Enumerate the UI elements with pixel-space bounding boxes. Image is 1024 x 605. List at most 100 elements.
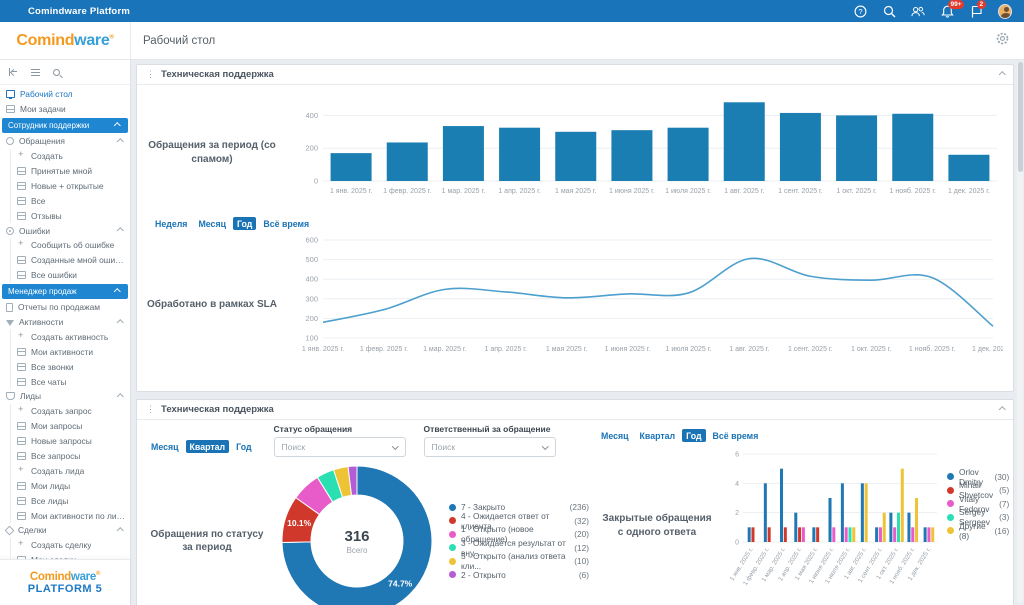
- table-icon: [17, 256, 26, 264]
- sidebar-item-label: Все запросы: [31, 451, 80, 461]
- sidebar-item[interactable]: Создать активность: [0, 329, 130, 344]
- comindware-logo[interactable]: Comindware®: [0, 22, 131, 59]
- legend-value: (12): [568, 543, 589, 553]
- sidebar-item[interactable]: Отзывы: [0, 208, 130, 223]
- sidebar-item[interactable]: Лиды: [0, 389, 130, 404]
- panel-title: Техническая поддержка: [161, 69, 274, 80]
- drag-handle-icon[interactable]: ⋮: [146, 69, 155, 80]
- funnel-icon: [6, 320, 14, 326]
- status-filter-select[interactable]: Поиск: [274, 437, 406, 457]
- legend-dot: [947, 500, 954, 507]
- sidebar-item[interactable]: Мои задачи: [0, 102, 130, 117]
- svg-text:1 окт. 2025 г.: 1 окт. 2025 г.: [836, 188, 876, 195]
- period-option[interactable]: Квартал: [186, 440, 230, 453]
- drag-handle-icon[interactable]: ⋮: [146, 404, 155, 415]
- messages-flag-icon[interactable]: 2: [969, 4, 983, 18]
- sidebar-item[interactable]: Все: [0, 193, 130, 208]
- filter-label: Ответственный за обращение: [424, 424, 556, 434]
- sidebar-item[interactable]: Все чаты: [0, 374, 130, 389]
- sidebar-item[interactable]: Мои активности: [0, 344, 130, 359]
- sidebar-item[interactable]: Создать запрос: [0, 404, 130, 419]
- period-option[interactable]: Месяц: [194, 217, 230, 230]
- collapse-panel-icon[interactable]: [999, 406, 1005, 412]
- sidebar-item[interactable]: Отчеты по продажам: [0, 300, 130, 315]
- sidebar-item[interactable]: Все звонки: [0, 359, 130, 374]
- period-option[interactable]: Месяц: [597, 429, 633, 442]
- sidebar-item-label: Создать запрос: [31, 406, 92, 416]
- sidebar-item-label: Новые запросы: [31, 436, 92, 446]
- sidebar-item[interactable]: Создать лида: [0, 463, 130, 478]
- sidebar-section-header[interactable]: Сотрудник поддержки: [2, 118, 128, 133]
- sidebar-item[interactable]: Все ошибки: [0, 268, 130, 283]
- platform-logo: Comindware® PLATFORM 5: [0, 559, 130, 605]
- assignee-filter-select[interactable]: Поиск: [424, 437, 556, 457]
- period-option[interactable]: Всё время: [259, 217, 313, 230]
- period-option[interactable]: Неделя: [151, 217, 191, 230]
- period-option[interactable]: Квартал: [636, 429, 680, 442]
- help-icon[interactable]: ?: [853, 4, 867, 18]
- sidebar: Рабочий столМои задачиСотрудник поддержк…: [0, 60, 131, 605]
- sidebar-item[interactable]: Ошибки: [0, 223, 130, 238]
- table-icon: [17, 422, 26, 430]
- filter-label: Статус обращения: [274, 424, 406, 434]
- legend-item[interactable]: Другие (8)(16): [947, 524, 1009, 538]
- sidebar-collapse-icon[interactable]: [9, 68, 18, 76]
- notifications-bell-icon[interactable]: 99+: [940, 4, 954, 18]
- chevron-up-icon: [114, 122, 120, 128]
- sidebar-item[interactable]: Создать сделку: [0, 538, 130, 553]
- collapse-panel-icon[interactable]: [999, 71, 1005, 77]
- deal-icon: [5, 526, 15, 536]
- sidebar-item[interactable]: Сделки: [0, 523, 130, 538]
- sidebar-item[interactable]: Мои сделки: [0, 553, 130, 559]
- gear-icon[interactable]: [995, 31, 1010, 51]
- plus-icon: [17, 152, 26, 160]
- sidebar-item-label: Все звонки: [31, 362, 74, 372]
- sidebar-item[interactable]: Мои лиды: [0, 478, 130, 493]
- sidebar-item[interactable]: Все лиды: [0, 493, 130, 508]
- sidebar-item-label: Ошибки: [19, 226, 50, 236]
- svg-text:1 окт. 2025 г.: 1 окт. 2025 г.: [851, 346, 891, 353]
- page-title: Рабочий стол: [131, 35, 215, 47]
- period-option[interactable]: Год: [682, 429, 705, 442]
- sidebar-item-label: Создать сделку: [31, 540, 91, 550]
- sidebar-item[interactable]: Мои активности по лидам: [0, 508, 130, 523]
- nav-list-icon[interactable]: [31, 69, 40, 76]
- legend-item[interactable]: 2 - Открыто(6): [449, 568, 589, 582]
- svg-text:1 июля 2025 г.: 1 июля 2025 г.: [665, 188, 711, 195]
- period-option[interactable]: Всё время: [709, 429, 763, 442]
- sidebar-item[interactable]: Создать: [0, 149, 130, 164]
- legend-value: (6): [573, 570, 589, 580]
- monitor-icon: [6, 90, 15, 98]
- sidebar-item[interactable]: Созданные мной ошибки: [0, 253, 130, 268]
- period-option[interactable]: Месяц: [147, 440, 183, 453]
- svg-text:400: 400: [305, 275, 318, 284]
- search-icon[interactable]: [882, 4, 896, 18]
- sidebar-item[interactable]: Обращения: [0, 134, 130, 149]
- sidebar-item-label: Все лиды: [31, 496, 68, 506]
- sidebar-item[interactable]: Принятые мной: [0, 164, 130, 179]
- sidebar-item[interactable]: Все запросы: [0, 449, 130, 464]
- sidebar-item[interactable]: Активности: [0, 315, 130, 330]
- vertical-scrollbar[interactable]: [1017, 62, 1023, 603]
- sidebar-item-label: Лиды: [20, 391, 41, 401]
- svg-text:2: 2: [735, 510, 739, 517]
- sidebar-item[interactable]: Новые + открытые: [0, 178, 130, 193]
- period-option[interactable]: Год: [232, 440, 255, 453]
- legend-item[interactable]: 5 - Открыто (анализ ответа кли...(10): [449, 555, 589, 569]
- period-option[interactable]: Год: [233, 217, 256, 230]
- sidebar-item[interactable]: Рабочий стол: [0, 87, 130, 102]
- sidebar-item[interactable]: Сообщить об ошибке: [0, 238, 130, 253]
- chevron-up-icon: [117, 319, 123, 325]
- sidebar-item[interactable]: Новые запросы: [0, 434, 130, 449]
- sidebar-search-icon[interactable]: [53, 69, 60, 76]
- svg-text:1 нояб. 2025 г.: 1 нояб. 2025 г.: [890, 187, 937, 195]
- svg-text:600: 600: [305, 236, 318, 245]
- users-icon[interactable]: [911, 4, 925, 18]
- sidebar-item[interactable]: Мои запросы: [0, 419, 130, 434]
- user-avatar[interactable]: [998, 4, 1012, 18]
- svg-text:10.1%: 10.1%: [287, 518, 312, 528]
- legend-dot: [449, 571, 456, 578]
- sidebar-section-header[interactable]: Менеджер продаж: [2, 284, 128, 299]
- table-icon: [17, 363, 26, 371]
- panel-tech-support-1: ⋮ Техническая поддержка Обращения за пер…: [136, 64, 1014, 392]
